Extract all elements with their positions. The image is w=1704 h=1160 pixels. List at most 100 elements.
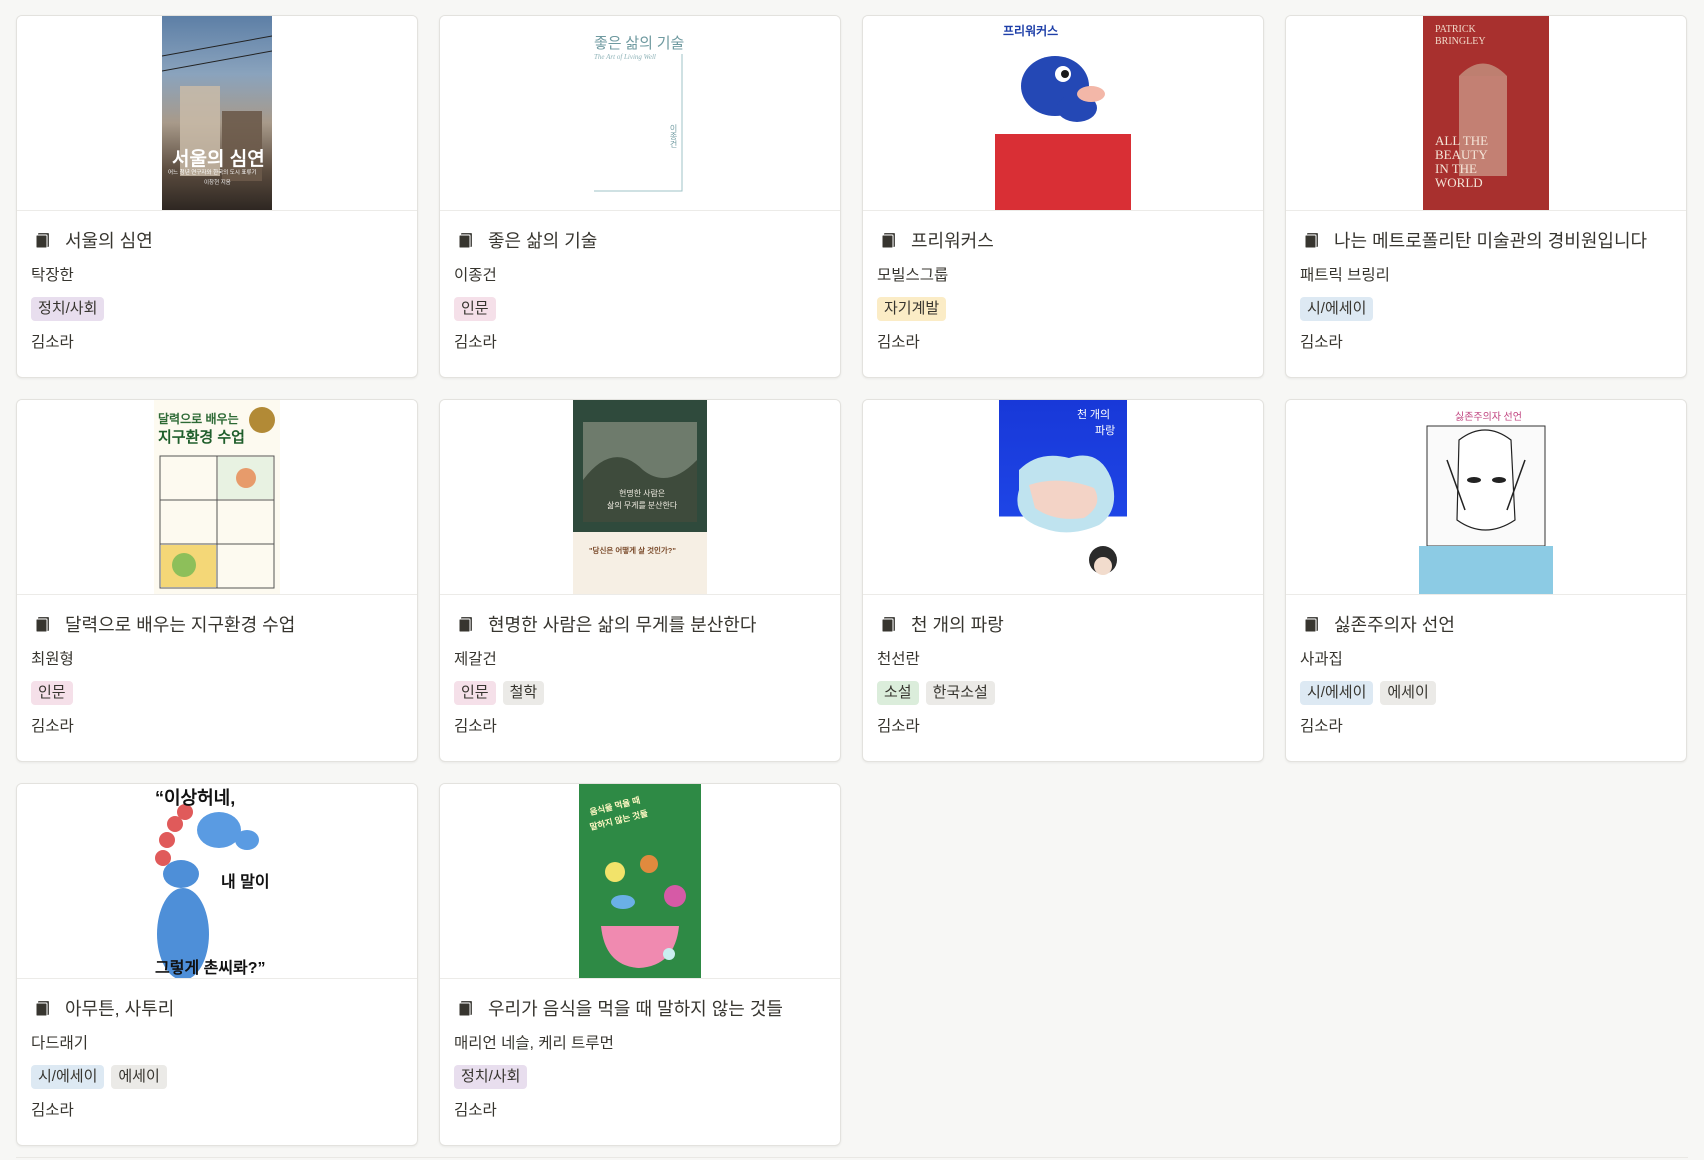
- card-cover-area: 현명한 사람은 삶의 무게를 분산한다 "당신은 어떻게 살 것인가?": [440, 400, 840, 595]
- book-cover: PATRICK BRINGLEY ALL THE BEAUTY IN THE W…: [1423, 16, 1549, 210]
- page-icon: [458, 617, 472, 633]
- book-cover: 달력으로 배우는 지구환경 수업: [154, 400, 280, 594]
- card-title[interactable]: 싫존주의자 선언: [1334, 611, 1455, 637]
- card-title[interactable]: 좋은 삶의 기술: [488, 227, 597, 253]
- card-cover-area: 달력으로 배우는 지구환경 수업: [17, 400, 417, 595]
- cover-subtitle: 어느 청년 연구자와 한국의 도시 표류기: [168, 170, 257, 176]
- book-cover: 음식을 먹을 때 말하지 않는 것들: [579, 784, 701, 978]
- category-tags: 시/에세이 에세이: [31, 1065, 403, 1089]
- gallery-card[interactable]: 싫존주의자 선언 싫존주의자 선언 사과집 시/에세이 에세이 김소라: [1285, 399, 1687, 762]
- card-cover-area: 프리워커스: [863, 16, 1263, 211]
- category-tags: 소설 한국소설: [877, 681, 1249, 705]
- category-tag: 인문: [31, 681, 73, 705]
- card-title[interactable]: 서울의 심연: [65, 227, 153, 253]
- card-title[interactable]: 달력으로 배우는 지구환경 수업: [65, 611, 295, 637]
- author-property: 사과집: [1300, 651, 1343, 668]
- reader-property: 김소라: [1300, 334, 1343, 351]
- book-cover: 싫존주의자 선언: [1419, 400, 1553, 594]
- category-tags: 정치/사회: [31, 297, 403, 321]
- card-title[interactable]: 현명한 사람은 삶의 무게를 분산한다: [488, 611, 756, 637]
- reader-property: 김소라: [1300, 718, 1343, 735]
- cover-title: “이상허네,: [155, 788, 236, 808]
- card-cover-area: 천 개의 파랑: [863, 400, 1263, 595]
- cover-title: 서울의 심연: [172, 149, 265, 170]
- card-cover-area: 서울의 심연 어느 청년 연구자와 한국의 도시 표류기 이창현 지음: [17, 16, 417, 211]
- reader-property: 김소라: [454, 1102, 497, 1119]
- card-cover-area: “이상허네, 내 말이 그렇게 촌씨롸?”: [17, 784, 417, 979]
- reader-property: 김소라: [454, 718, 497, 735]
- page-icon: [1304, 617, 1318, 633]
- book-cover: 천 개의 파랑: [999, 400, 1127, 594]
- category-tag: 정치/사회: [31, 297, 105, 321]
- page-icon: [881, 233, 895, 249]
- page-icon: [881, 617, 895, 633]
- cover-credit: 이창현 지음: [204, 180, 231, 186]
- category-tag: 한국소설: [925, 681, 995, 705]
- card-title[interactable]: 우리가 음식을 먹을 때 말하지 않는 것들: [488, 995, 783, 1021]
- page-icon: [35, 233, 49, 249]
- card-title[interactable]: 나는 메트로폴리탄 미술관의 경비원입니다: [1334, 227, 1647, 253]
- gallery-card[interactable]: 달력으로 배우는 지구환경 수업 달력으로 배우는 지구환경 수업 최원형 인문…: [16, 399, 418, 762]
- category-tag: 정치/사회: [454, 1065, 528, 1089]
- gallery-card[interactable]: “이상허네, 내 말이 그렇게 촌씨롸?” 아무튼, 사투리 다드래기 시/에세…: [16, 783, 418, 1146]
- category-tags: 자기계발: [877, 297, 1249, 321]
- page-icon: [35, 617, 49, 633]
- reader-property: 김소라: [31, 718, 74, 735]
- cover-quote: "당신은 어떻게 살 것인가?": [589, 546, 676, 555]
- book-cover: 현명한 사람은 삶의 무게를 분산한다 "당신은 어떻게 살 것인가?": [573, 400, 707, 594]
- card-title[interactable]: 천 개의 파랑: [911, 611, 1004, 637]
- category-tag: 철학: [502, 681, 545, 705]
- cover-title: 현명한 사람은: [619, 489, 666, 498]
- author-property: 매리언 네슬, 케리 트루먼: [454, 1035, 614, 1052]
- page-icon: [458, 233, 472, 249]
- author-property: 모빌스그룹: [877, 267, 949, 284]
- card-cover-area: 음식을 먹을 때 말하지 않는 것들: [440, 784, 840, 979]
- gallery-card[interactable]: 천 개의 파랑 천 개의 파랑 천선란 소설 한국소설 김소라: [862, 399, 1264, 762]
- reader-property: 김소라: [31, 1102, 74, 1119]
- author-property: 천선란: [877, 651, 920, 668]
- category-tag: 인문: [454, 297, 496, 321]
- gallery-card[interactable]: 서울의 심연 어느 청년 연구자와 한국의 도시 표류기 이창현 지음 서울의 …: [16, 15, 418, 378]
- author-property: 이종건: [454, 267, 497, 284]
- category-tag: 에세이: [1380, 681, 1436, 705]
- category-tag: 자기계발: [877, 297, 947, 321]
- author-property: 제갈건: [454, 651, 497, 668]
- book-cover: 프리워커스: [995, 16, 1131, 210]
- card-cover-area: PATRICK BRINGLEY ALL THE BEAUTY IN THE W…: [1286, 16, 1686, 211]
- category-tags: 인문 철학: [454, 681, 826, 705]
- cover-quote: 그렇게 촌씨롸?”: [155, 960, 266, 977]
- gallery-card[interactable]: 좋은 삶의 기술 The Art of Living Well 이종건 좋은 삶…: [439, 15, 841, 378]
- cover-title: 천 개의: [1077, 409, 1111, 421]
- card-title[interactable]: 프리워커스: [911, 227, 994, 253]
- category-tags: 인문: [31, 681, 403, 705]
- category-tags: 정치/사회: [454, 1065, 826, 1089]
- card-cover-area: 싫존주의자 선언: [1286, 400, 1686, 595]
- card-cover-area: 좋은 삶의 기술 The Art of Living Well 이종건: [440, 16, 840, 211]
- category-tag: 시/에세이: [1300, 297, 1374, 321]
- card-title[interactable]: 아무튼, 사투리: [65, 995, 174, 1021]
- gallery-card[interactable]: 음식을 먹을 때 말하지 않는 것들 우리가 음식을 먹을 때 말하지 않는 것…: [439, 783, 841, 1146]
- category-tag: 소설: [877, 681, 919, 705]
- cover-subtitle: 내 말이: [221, 874, 270, 891]
- author-property: 탁장한: [31, 267, 74, 284]
- category-tag: 인문: [454, 681, 496, 705]
- gallery-card[interactable]: PATRICK BRINGLEY ALL THE BEAUTY IN THE W…: [1285, 15, 1687, 378]
- book-cover: “이상허네, 내 말이 그렇게 촌씨롸?”: [155, 784, 279, 978]
- category-tags: 시/에세이 에세이: [1300, 681, 1672, 705]
- cover-subtitle: 파랑: [1095, 425, 1116, 437]
- reader-property: 김소라: [31, 334, 74, 351]
- gallery-card[interactable]: 프리워커스 프리워커스 모빌스그룹 자기계발 김소라: [862, 15, 1264, 378]
- reader-property: 김소라: [877, 334, 920, 351]
- book-cover: 좋은 삶의 기술 The Art of Living Well 이종건: [580, 16, 700, 210]
- page-icon: [35, 1001, 49, 1017]
- page-icon: [1304, 233, 1318, 249]
- category-tag: 시/에세이: [31, 1065, 105, 1089]
- gallery-card[interactable]: 현명한 사람은 삶의 무게를 분산한다 "당신은 어떻게 살 것인가?" 현명한…: [439, 399, 841, 762]
- page-icon: [458, 1001, 472, 1017]
- reader-property: 김소라: [877, 718, 920, 735]
- category-tags: 인문: [454, 297, 826, 321]
- author-property: 패트릭 브링리: [1300, 267, 1390, 284]
- author-property: 최원형: [31, 651, 74, 668]
- gallery-view: 서울의 심연 어느 청년 연구자와 한국의 도시 표류기 이창현 지음 서울의 …: [16, 15, 1687, 1146]
- book-cover: 서울의 심연 어느 청년 연구자와 한국의 도시 표류기 이창현 지음: [162, 16, 272, 210]
